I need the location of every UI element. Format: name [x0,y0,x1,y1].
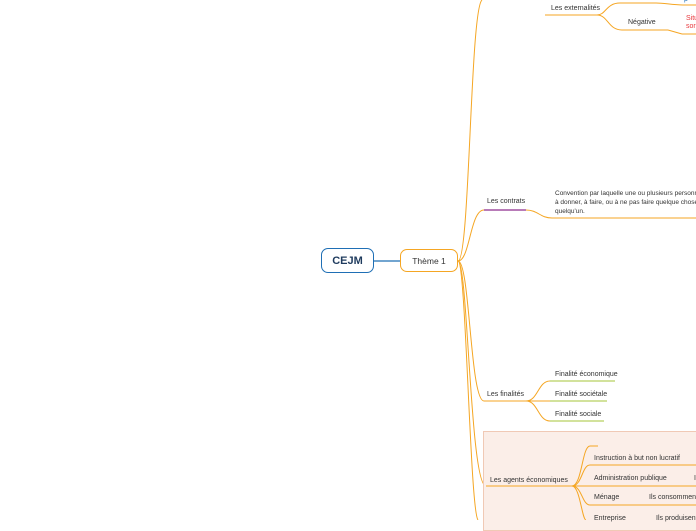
node-top-partial[interactable]: p [684,0,688,4]
node-red-partial-1[interactable]: Situ [686,15,696,23]
theme-label: Thème 1 [412,255,446,266]
node-instruction-but-non-lucratif[interactable]: Instruction à but non lucratif [594,455,680,463]
node-red-partial-2: sor [686,23,696,30]
node-contrats-definition[interactable]: Convention par laquelle une ou plusieurs… [555,189,696,216]
root-node-cejm[interactable]: CEJM [321,248,374,273]
node-menage-detail[interactable]: Ils consomment [649,494,696,502]
node-entreprise[interactable]: Entreprise [594,515,626,523]
node-negative[interactable]: Négative [628,19,656,27]
node-agents-economiques[interactable]: Les agents économiques [490,477,568,485]
node-finalite-societale[interactable]: Finalité sociétale [555,391,607,399]
node-finalite-economique[interactable]: Finalité économique [555,371,618,379]
node-menage[interactable]: Ménage [594,494,619,502]
node-finalite-sociale[interactable]: Finalité sociale [555,411,601,419]
node-externalites[interactable]: Les externalités [551,5,600,13]
theme-node[interactable]: Thème 1 [400,249,458,272]
node-entreprise-detail[interactable]: Ils produisent [656,515,696,523]
node-finalites[interactable]: Les finalités [487,391,524,399]
node-contrats[interactable]: Les contrats [487,198,525,206]
node-administration-publique[interactable]: Administration publique [594,475,667,483]
root-label: CEJM [332,254,363,267]
